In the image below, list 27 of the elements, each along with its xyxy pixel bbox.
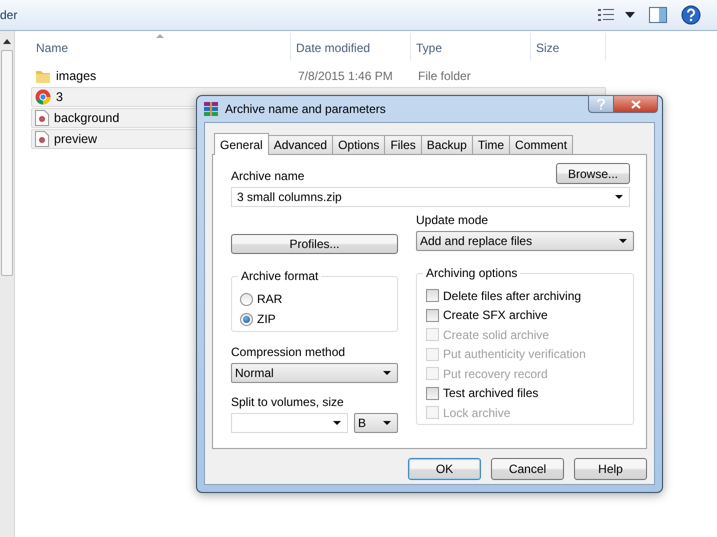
group-label: Archive format [238,269,322,283]
checkbox-label: Delete files after archiving [443,288,582,303]
dialog-title: Archive name and parameters [225,102,386,116]
checkbox-label: Create SFX archive [443,308,548,322]
file-name: images [56,69,96,83]
file-name: 3 [56,90,63,104]
field-label: Compression method [231,345,346,361]
window-title: der [0,8,18,22]
checkbox-label: Lock archive [443,406,510,420]
field-label: Archive name [231,169,304,185]
column-label: Type [416,41,442,55]
field-label: Split to volumes, size [231,395,345,411]
checkbox-label: Test archived files [443,386,538,400]
file-type: File folder [418,69,471,83]
checkbox-label: Put authenticity verification [443,347,586,362]
file-name: preview [54,132,98,146]
checkbox-label: Create solid archive [443,328,550,342]
group-label: Archiving options [423,266,520,280]
file-date: 7/8/2015 1:46 PM [298,69,393,83]
field-label: Update mode [416,213,490,229]
radio-label: ZIP [257,312,276,326]
column-label: Name [36,41,68,55]
radio-label: RAR [257,292,282,306]
column-label: Size [536,41,560,55]
file-name: background [54,111,120,125]
column-label: Date modified [296,41,370,55]
checkbox-label: Put recovery record [443,366,548,381]
